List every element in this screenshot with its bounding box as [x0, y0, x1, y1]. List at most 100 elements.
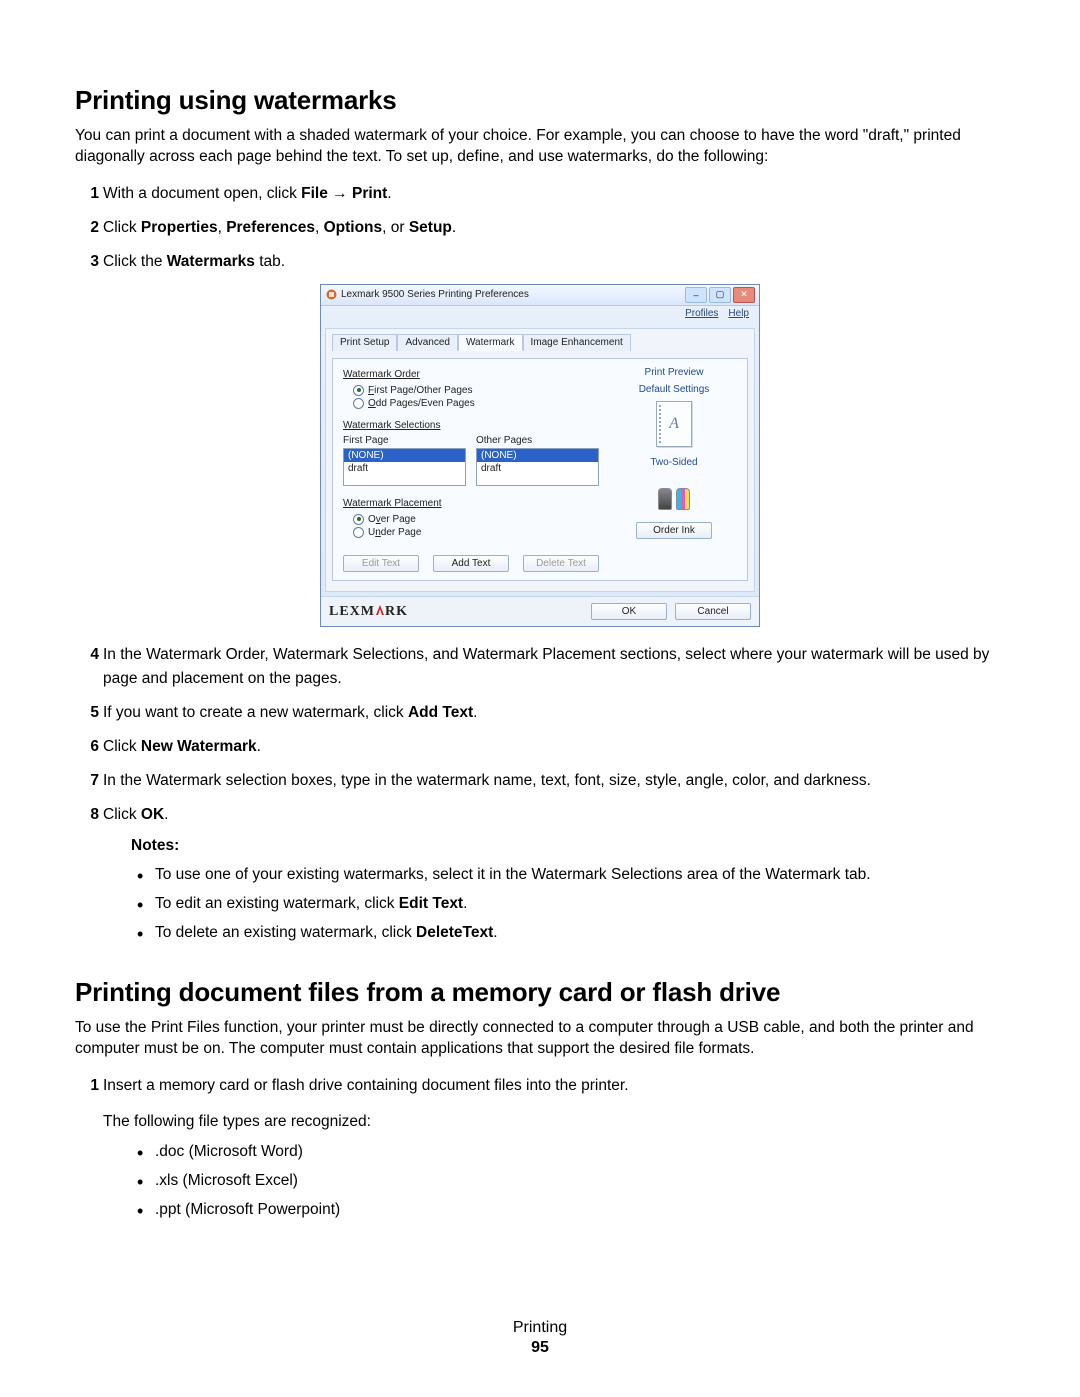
step-number: 4 [79, 643, 99, 667]
step-text: Click [103, 738, 141, 755]
footer-label: Printing [0, 1319, 1080, 1337]
notes-label: Notes: [131, 837, 1005, 855]
step-number: 5 [79, 701, 99, 725]
intro-paragraph-1: You can print a document with a shaded w… [75, 126, 1005, 168]
delete-text-button[interactable]: Delete Text [523, 555, 599, 572]
tab-watermark[interactable]: Watermark [458, 334, 523, 351]
note-text: . [463, 895, 467, 912]
radio-first-other[interactable]: First Page/Other Pages [343, 384, 599, 397]
step-text: . [257, 738, 261, 755]
dialog-titlebar: Lexmark 9500 Series Printing Preferences… [321, 285, 759, 306]
step-3: 3 Click the Watermarks tab. [75, 250, 1005, 274]
listbox-first-page[interactable]: (NONE) draft [343, 448, 466, 486]
group-title-placement: Watermark Placement [343, 498, 599, 509]
note-item: To delete an existing watermark, click D… [131, 921, 1005, 945]
bold-text: Add Text [408, 704, 473, 721]
step-text: . [164, 806, 168, 823]
tab-strip: Print Setup Advanced Watermark Image Enh… [332, 333, 748, 350]
dialog-screenshot: Lexmark 9500 Series Printing Preferences… [75, 284, 1005, 627]
tab-print-setup[interactable]: Print Setup [332, 334, 397, 351]
document-page: Printing using watermarks You can print … [0, 0, 1080, 1397]
list-item[interactable]: draft [477, 462, 598, 475]
add-text-button[interactable]: Add Text [433, 555, 509, 572]
brand-caret-icon [375, 604, 385, 621]
minimize-button[interactable]: – [685, 287, 707, 303]
maximize-button[interactable]: ▢ [709, 287, 731, 303]
step-number: 8 [79, 803, 99, 827]
radio-label: Over Page [368, 514, 416, 525]
bold-text: Print [352, 185, 387, 202]
note-text: To delete an existing watermark, click [155, 924, 416, 941]
step-text: Click [103, 806, 141, 823]
window-controls: – ▢ ✕ [685, 287, 755, 303]
page-footer: Printing 95 [0, 1319, 1080, 1357]
radio-icon [353, 398, 364, 409]
bold-text: Setup [409, 219, 452, 236]
selection-columns: First Page (NONE) draft Other Pages (NON… [343, 435, 599, 486]
note-text: To edit an existing watermark, click [155, 895, 399, 912]
tab-image-enhancement[interactable]: Image Enhancement [523, 334, 631, 351]
dialog-toolbar: Profiles Help [321, 306, 759, 324]
step-number: 1 [79, 1074, 99, 1098]
order-ink-button[interactable]: Order Ink [636, 522, 712, 539]
tab-advanced[interactable]: Advanced [397, 334, 457, 351]
ok-button[interactable]: OK [591, 603, 667, 620]
steps-list-1-cont: 4 In the Watermark Order, Watermark Sele… [75, 643, 1005, 827]
cancel-button[interactable]: Cancel [675, 603, 751, 620]
step-text: . [387, 185, 391, 202]
col-label: First Page [343, 435, 466, 446]
bold-text: OK [141, 806, 164, 823]
list-item[interactable]: draft [344, 462, 465, 475]
step-1b: 1 Insert a memory card or flash drive co… [75, 1074, 1005, 1222]
radio-odd-even[interactable]: Odd Pages/Even Pages [343, 397, 599, 410]
step-7: 7 In the Watermark selection boxes, type… [75, 769, 1005, 793]
two-sided-link[interactable]: Two-Sided [650, 457, 697, 468]
edit-text-button[interactable]: Edit Text [343, 555, 419, 572]
step-text: If you want to create a new watermark, c… [103, 704, 408, 721]
radio-under-page[interactable]: Under Page [343, 526, 599, 539]
page-preview-icon: A [656, 401, 692, 447]
brand-part1: LEXM [329, 604, 375, 619]
ink-color-icon [676, 488, 690, 510]
step-number: 2 [79, 216, 99, 240]
file-types-list: .doc (Microsoft Word) .xls (Microsoft Ex… [103, 1140, 1005, 1222]
print-preview-link[interactable]: Print Preview [645, 367, 704, 378]
sub-paragraph: The following file types are recognized: [103, 1110, 1005, 1134]
radio-over-page[interactable]: Over Page [343, 513, 599, 526]
watermark-button-row: Edit Text Add Text Delete Text [343, 555, 599, 572]
radio-label: First Page/Other Pages [368, 385, 473, 396]
selection-col-other: Other Pages (NONE) draft [476, 435, 599, 486]
step-8: 8 Click OK. [75, 803, 1005, 827]
step-text: tab. [255, 253, 285, 270]
brand-part2: RK [385, 604, 408, 619]
bold-text: New Watermark [141, 738, 257, 755]
close-button[interactable]: ✕ [733, 287, 755, 303]
list-text: .ppt (Microsoft Powerpoint) [155, 1201, 340, 1218]
step-text: , [218, 219, 227, 236]
help-link[interactable]: Help [728, 308, 749, 324]
step-text: , [315, 219, 324, 236]
step-text: With a document open, click [103, 185, 301, 202]
step-text: Insert a memory card or flash drive cont… [103, 1077, 629, 1094]
list-item[interactable]: (NONE) [344, 449, 465, 462]
profiles-link[interactable]: Profiles [685, 308, 718, 324]
arrow-icon: → [328, 185, 352, 202]
note-item: To edit an existing watermark, click Edi… [131, 892, 1005, 916]
radio-icon [353, 527, 364, 538]
step-2: 2 Click Properties, Preferences, Options… [75, 216, 1005, 240]
col-label: Other Pages [476, 435, 599, 446]
app-icon [325, 289, 337, 301]
step-number: 1 [79, 182, 99, 206]
listbox-other-pages[interactable]: (NONE) draft [476, 448, 599, 486]
default-settings-link[interactable]: Default Settings [639, 384, 710, 395]
bold-text: DeleteText [416, 924, 493, 941]
heading-watermarks: Printing using watermarks [75, 85, 1005, 116]
step-text: . [452, 219, 456, 236]
step-text: In the Watermark selection boxes, type i… [103, 772, 871, 789]
panel-left: Watermark Order First Page/Other Pages O… [343, 367, 599, 572]
group-title-selections: Watermark Selections [343, 420, 599, 431]
step-number: 6 [79, 735, 99, 759]
radio-icon [353, 385, 364, 396]
tab-panel-watermark: Watermark Order First Page/Other Pages O… [332, 358, 748, 581]
list-item[interactable]: (NONE) [477, 449, 598, 462]
